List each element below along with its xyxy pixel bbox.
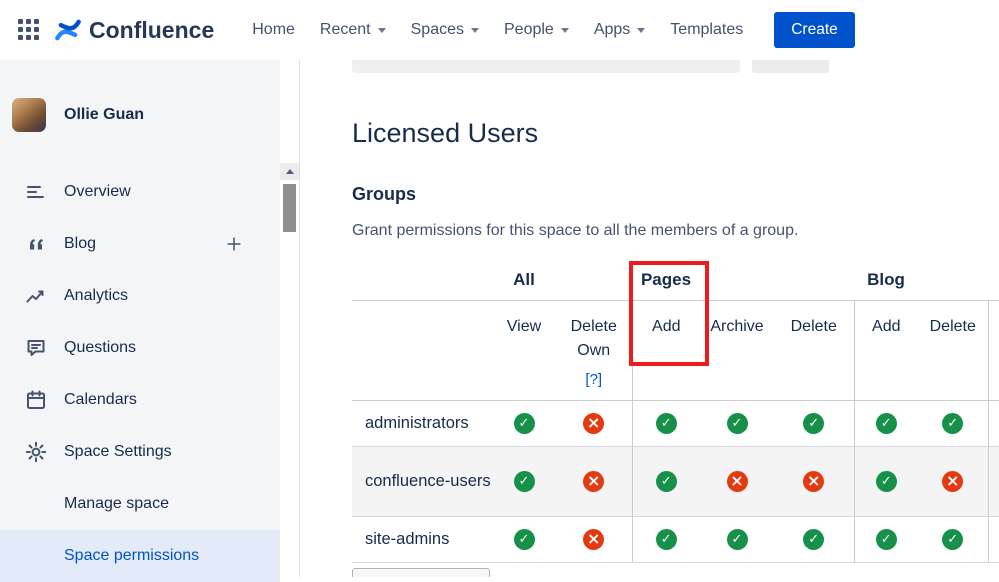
nav-item-templates[interactable]: Templates <box>670 21 743 39</box>
permission-icon <box>656 529 677 550</box>
nav-item-recent[interactable]: Recent <box>320 21 386 39</box>
top-nav: Confluence Home Recent Spaces People App… <box>0 0 999 60</box>
chevron-down-icon <box>471 28 479 33</box>
permission-icon <box>876 529 897 550</box>
space-user-card: Ollie Guan <box>0 60 280 132</box>
permission-icon <box>727 529 748 550</box>
app-switcher-icon[interactable] <box>18 19 40 41</box>
table-row: site-admins <box>352 516 999 562</box>
permission-icon <box>583 413 604 434</box>
permission-icon <box>942 529 963 550</box>
scroll-up-button[interactable] <box>280 163 299 180</box>
add-blog-post-icon[interactable] <box>224 234 244 254</box>
permission-icon <box>727 471 748 492</box>
table-row: administrators <box>352 400 999 446</box>
nav-item-home[interactable]: Home <box>252 21 295 39</box>
confluence-logo-text: Confluence <box>89 17 214 44</box>
col-header-pages-add: Add <box>632 300 700 400</box>
groups-description: Grant permissions for this space to all … <box>352 222 798 240</box>
sidebar-item-space-permissions[interactable]: Space permissions <box>0 530 280 582</box>
user-name: Ollie Guan <box>64 106 144 124</box>
column-group-header-row: All Pages Blog <box>352 260 999 300</box>
permissions-table: All Pages Blog View Delete Own [?] Add A… <box>352 260 999 563</box>
permission-icon <box>942 471 963 492</box>
sidebar-item-overview[interactable]: Overview <box>0 166 280 218</box>
permission-icon <box>514 413 535 434</box>
sidebar-divider <box>299 60 300 577</box>
permission-icon <box>583 471 604 492</box>
permission-icon <box>727 413 748 434</box>
sidebar: Ollie Guan Overview Blog Ana <box>0 60 280 577</box>
chevron-down-icon <box>637 28 645 33</box>
group-header-blog: Blog <box>854 260 918 300</box>
sidebar-item-analytics[interactable]: Analytics <box>0 270 280 322</box>
group-header-pages: Pages <box>632 260 700 300</box>
permission-icon <box>942 413 963 434</box>
calendar-icon <box>24 388 48 412</box>
permission-icon <box>514 471 535 492</box>
truncated-panel-top <box>352 60 740 73</box>
truncated-button-bottom[interactable] <box>352 568 490 577</box>
sidebar-item-manage-space[interactable]: Manage space <box>0 478 280 530</box>
avatar[interactable] <box>12 98 46 132</box>
permission-icon <box>803 529 824 550</box>
sidebar-item-space-settings[interactable]: Space Settings <box>0 426 280 478</box>
confluence-logo-icon <box>53 15 83 45</box>
col-header-blog-delete: Delete <box>918 300 988 400</box>
create-button[interactable]: Create <box>774 12 855 48</box>
chevron-down-icon <box>561 28 569 33</box>
sidebar-scrollbar-track[interactable] <box>280 60 299 577</box>
sidebar-item-questions[interactable]: Questions <box>0 322 280 374</box>
col-header-view: View <box>492 300 556 400</box>
speech-bubble-icon <box>24 336 48 360</box>
blog-quote-icon <box>24 232 48 256</box>
help-link[interactable]: [?] <box>556 368 632 391</box>
group-name-cell: confluence-users <box>352 446 492 516</box>
permission-icon <box>876 413 897 434</box>
table-row: confluence-users <box>352 446 999 516</box>
sidebar-item-blog[interactable]: Blog <box>0 218 280 270</box>
permission-icon <box>656 471 677 492</box>
permission-icon <box>803 471 824 492</box>
scrollbar-thumb[interactable] <box>283 184 296 232</box>
group-name-cell: site-admins <box>352 516 492 562</box>
gear-icon <box>24 440 48 464</box>
overview-icon <box>24 180 48 204</box>
chevron-down-icon <box>378 28 386 33</box>
nav-item-spaces[interactable]: Spaces <box>411 21 479 39</box>
col-header-pages-archive: Archive <box>700 300 774 400</box>
analytics-chart-icon <box>24 284 48 308</box>
page-title: Licensed Users <box>352 118 538 149</box>
nav-item-people[interactable]: People <box>504 21 569 39</box>
col-header-delete-own: Delete Own [?] <box>556 300 632 400</box>
primary-nav: Home Recent Spaces People Apps Templates <box>252 21 743 39</box>
column-header-row: View Delete Own [?] Add Archive Delete A… <box>352 300 999 400</box>
group-name-cell: administrators <box>352 400 492 446</box>
nav-item-apps[interactable]: Apps <box>594 21 645 39</box>
main-content: Licensed Users Groups Grant permissions … <box>300 60 999 577</box>
truncated-button-top[interactable] <box>752 60 829 73</box>
groups-heading: Groups <box>352 184 416 205</box>
permission-icon <box>514 529 535 550</box>
permission-icon <box>656 413 677 434</box>
permission-icon <box>583 529 604 550</box>
group-header-all: All <box>492 260 556 300</box>
sidebar-menu: Overview Blog Analytics Quest <box>0 166 280 582</box>
sidebar-item-calendars[interactable]: Calendars <box>0 374 280 426</box>
confluence-logo[interactable]: Confluence <box>53 15 214 45</box>
permission-icon <box>803 413 824 434</box>
col-header-blog-add: Add <box>854 300 918 400</box>
col-header-pages-delete: Delete <box>774 300 854 400</box>
permission-icon <box>876 471 897 492</box>
